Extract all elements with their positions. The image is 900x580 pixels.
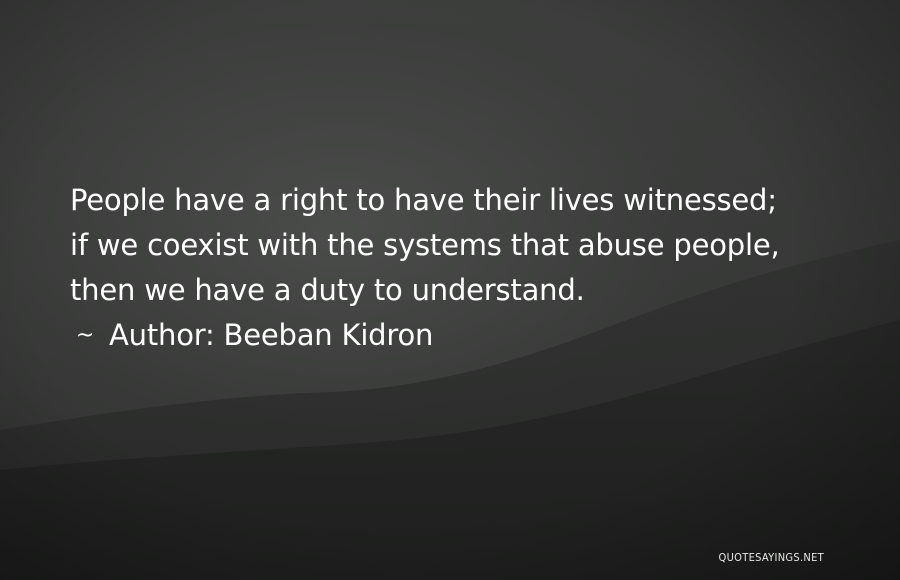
quote-text: People have a right to have their lives …: [70, 178, 850, 358]
tilde-symbol: ~: [75, 323, 95, 348]
quote-line-2: if we coexist with the systems that abus…: [70, 228, 780, 262]
quote-line-3: then we have a duty to understand.: [70, 273, 585, 307]
quote-line-1: People have a right to have their lives …: [70, 183, 777, 217]
site-watermark: QUOTESAYINGS.NET: [718, 551, 824, 564]
author-label: Author: Beeban Kidron: [109, 318, 434, 352]
quote-image: People have a right to have their lives …: [0, 0, 900, 580]
author-attribution: ~ Author: Beeban Kidron: [70, 313, 850, 358]
